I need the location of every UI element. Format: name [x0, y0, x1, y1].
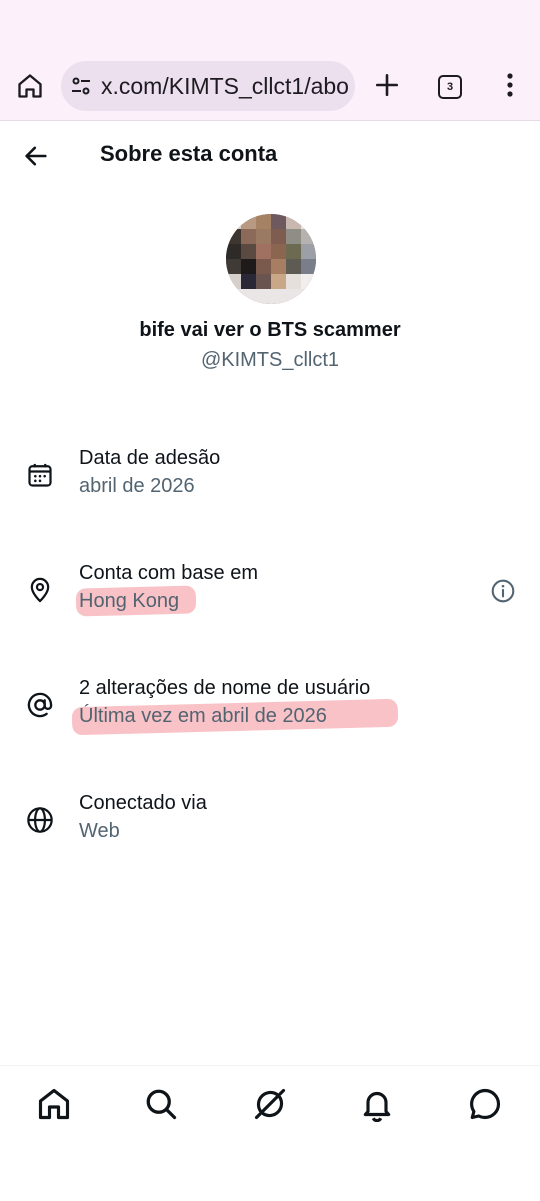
at-sign-icon — [26, 691, 54, 719]
connected-via-row: Conectado via Web — [0, 790, 540, 860]
location-pin-icon — [26, 576, 54, 604]
username-changes-row: 2 alterações de nome de usuário Última v… — [0, 675, 540, 745]
address-bar[interactable]: x.com/KIMTS_cllct1/abo — [61, 61, 355, 111]
notifications-icon[interactable] — [359, 1086, 395, 1122]
status-bar — [0, 0, 540, 52]
search-icon[interactable] — [143, 1086, 179, 1122]
browser-home-icon[interactable] — [16, 72, 44, 100]
username-changes-label: 2 alterações de nome de usuário — [79, 677, 371, 699]
account-location-value: Hong Kong — [79, 590, 180, 612]
messages-icon[interactable] — [467, 1086, 503, 1122]
bottom-navigation — [0, 1065, 540, 1201]
browser-toolbar: x.com/KIMTS_cllct1/abo 3 — [0, 52, 540, 121]
info-icon[interactable] — [490, 578, 516, 604]
url-text[interactable]: x.com/KIMTS_cllct1/abo — [101, 73, 351, 100]
connected-via-label: Conectado via — [79, 792, 207, 814]
new-tab-icon[interactable] — [374, 72, 400, 98]
globe-icon — [26, 806, 54, 834]
site-settings-icon[interactable] — [71, 76, 91, 96]
overflow-menu-icon[interactable] — [500, 71, 520, 99]
grok-icon[interactable] — [252, 1086, 288, 1122]
username-changes-value: Última vez em abril de 2026 — [79, 705, 327, 727]
join-date-row: Data de adesão abril de 2026 — [0, 445, 540, 515]
connected-via-value: Web — [79, 820, 120, 842]
calendar-icon — [26, 461, 54, 489]
join-date-value: abril de 2026 — [79, 475, 195, 497]
username-handle: @KIMTS_cllct1 — [200, 349, 340, 371]
page-title: Sobre esta conta — [100, 141, 278, 166]
account-location-label: Conta com base em — [79, 562, 258, 584]
display-name: bife vai ver o BTS scammer — [139, 319, 401, 341]
back-arrow-icon[interactable] — [22, 142, 50, 170]
account-location-row: Conta com base em Hong Kong — [0, 560, 540, 630]
join-date-label: Data de adesão — [79, 447, 221, 469]
home-icon[interactable] — [36, 1086, 72, 1122]
tab-switcher-button[interactable]: 3 — [438, 75, 462, 99]
avatar[interactable] — [226, 214, 316, 304]
